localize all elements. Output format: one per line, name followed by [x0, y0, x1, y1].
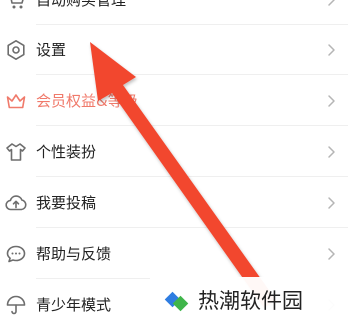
menu-item-help-feedback[interactable]: 帮助与反馈: [0, 229, 348, 279]
menu-item-settings[interactable]: 设置: [0, 25, 348, 75]
menu-item-label: 我要投稿: [36, 194, 97, 212]
menu-item-label: 帮助与反馈: [36, 245, 112, 263]
watermark-logo-icon: [164, 291, 189, 312]
divider: [36, 74, 348, 75]
watermark-text: 热潮软件园: [198, 289, 303, 313]
menu-item-label: 青少年模式: [36, 296, 112, 314]
chevron-right-icon: [328, 0, 335, 6]
chevron-right-icon: [328, 248, 335, 260]
menu-item-auto-purchase[interactable]: 自动购买管理: [0, 0, 348, 25]
cart-icon: [10, 0, 24, 9]
menu-item-submit-work[interactable]: 我要投稿: [0, 178, 348, 228]
watermark: 热潮软件园: [150, 277, 348, 326]
shirt-icon: [6, 143, 26, 161]
menu-item-label: 会员权益&等级: [36, 92, 138, 110]
divider: [36, 176, 348, 177]
chevron-right-icon: [328, 146, 335, 158]
menu-item-vip-benefits[interactable]: 会员权益&等级: [0, 76, 348, 126]
chevron-right-icon: [328, 95, 335, 107]
menu-item-personal-decoration[interactable]: 个性装扮: [0, 127, 348, 177]
menu-item-label: 自动购买管理: [36, 0, 127, 9]
gear-icon: [7, 40, 25, 60]
chevron-right-icon: [328, 197, 335, 209]
chat-bubble-icon: [6, 245, 26, 263]
divider: [36, 125, 348, 126]
crown-icon: [6, 94, 26, 109]
menu-item-label: 设置: [36, 41, 67, 59]
chevron-right-icon: [328, 44, 335, 56]
umbrella-icon: [6, 295, 26, 315]
cloud-upload-icon: [5, 195, 27, 211]
menu-item-label: 个性装扮: [36, 143, 97, 161]
divider: [36, 227, 348, 228]
